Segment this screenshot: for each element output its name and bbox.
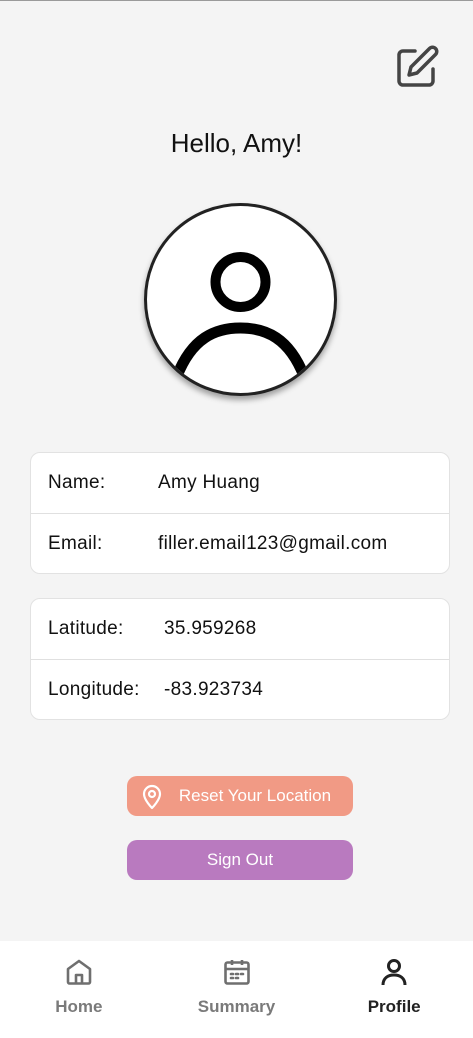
bottom-navigation: Home Summary Profile	[0, 941, 473, 1038]
longitude-row: Longitude: -83.923734	[31, 659, 449, 719]
nav-item-profile[interactable]: Profile	[315, 941, 473, 1038]
name-value: Amy Huang	[158, 472, 260, 493]
latitude-value: 35.959268	[164, 618, 257, 639]
longitude-value: -83.923734	[164, 678, 264, 700]
profile-info-card: Name: Amy Huang Email: filler.email123@g…	[30, 452, 450, 574]
top-divider	[0, 0, 473, 1]
greeting-title: Hello, Amy!	[170, 128, 303, 158]
person-icon	[381, 959, 407, 986]
name-label: Name:	[48, 472, 106, 493]
avatar[interactable]	[144, 203, 337, 396]
edit-square-icon	[397, 45, 439, 87]
edit-profile-button[interactable]	[392, 42, 442, 92]
reset-location-button[interactable]: Reset Your Location	[127, 776, 353, 816]
sign-out-label: Sign Out	[206, 850, 274, 869]
nav-label-home: Home	[55, 997, 103, 1016]
calendar-icon	[223, 960, 250, 985]
email-row: Email: filler.email123@gmail.com	[31, 513, 449, 573]
home-icon	[66, 959, 92, 985]
latitude-row: Latitude: 35.959268	[31, 599, 449, 659]
email-label: Email:	[48, 532, 103, 554]
name-row: Name: Amy Huang	[31, 453, 449, 513]
nav-label-summary: Summary	[197, 997, 276, 1016]
latitude-label: Latitude:	[48, 618, 124, 639]
reset-location-label: Reset Your Location	[178, 786, 332, 805]
nav-item-home[interactable]: Home	[0, 941, 158, 1038]
location-info-card: Latitude: 35.959268 Longitude: -83.92373…	[30, 598, 450, 720]
nav-item-summary[interactable]: Summary	[158, 941, 316, 1038]
nav-label-profile: Profile	[367, 997, 421, 1016]
longitude-label: Longitude:	[48, 678, 140, 700]
map-pin-icon	[142, 784, 162, 810]
person-avatar-icon	[171, 252, 310, 379]
email-value: filler.email123@gmail.com	[158, 532, 388, 554]
sign-out-button[interactable]: Sign Out	[127, 840, 353, 880]
